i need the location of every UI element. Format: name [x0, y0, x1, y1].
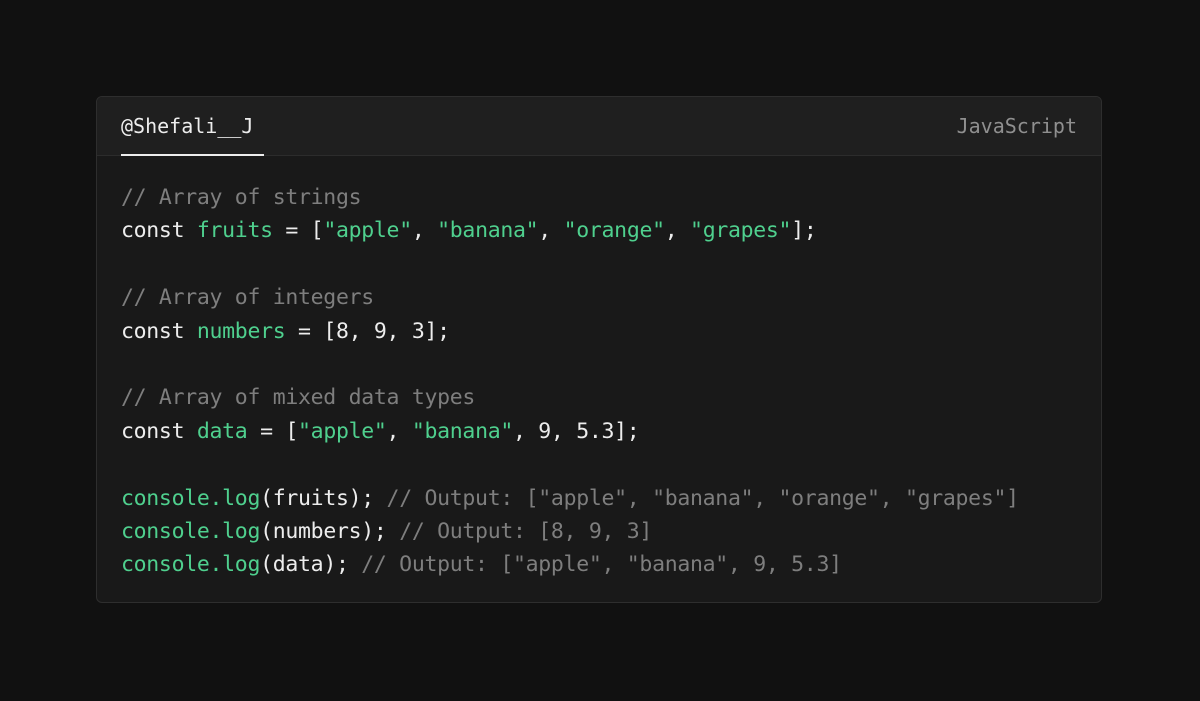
code-text: (numbers);	[260, 518, 400, 544]
code-text: , 9, 5.3];	[513, 418, 640, 444]
code-comment: // Output: ["apple", "banana", "orange",…	[386, 485, 1020, 511]
code-function-call: console.log	[121, 518, 261, 544]
code-identifier: fruits	[196, 218, 273, 244]
code-line: const fruits = ["apple", "banana", "oran…	[121, 214, 1019, 247]
code-string: "apple"	[298, 418, 387, 444]
code-comment: // Output: ["apple", "banana", 9, 5.3]	[361, 552, 842, 578]
code-function-call: console.log	[121, 552, 261, 578]
code-comment: // Array of strings	[121, 185, 362, 210]
code-string: "grapes"	[690, 218, 792, 244]
code-string: "orange"	[563, 218, 665, 244]
code-text: ,	[386, 418, 412, 444]
active-tab-underline	[121, 154, 264, 156]
author-tab[interactable]: @Shefali__J	[121, 97, 253, 156]
code-text: = [	[272, 218, 324, 244]
code-keyword: const	[121, 218, 197, 244]
code-line: console.log(numbers); // Output: [8, 9, …	[121, 515, 1019, 548]
language-label: JavaScript	[956, 114, 1077, 138]
code-comment: // Output: [8, 9, 3]	[399, 518, 653, 544]
code-block: // Array of strings const fruits = ["appl…	[121, 181, 1019, 582]
code-string: "banana"	[411, 418, 513, 444]
code-text: = [8, 9, 3];	[285, 318, 450, 344]
code-text: ];	[791, 218, 817, 244]
code-text: ,	[411, 218, 438, 244]
code-string: "apple"	[323, 218, 412, 244]
code-function-call: console.log	[121, 485, 261, 511]
code-line: const data = ["apple", "banana", 9, 5.3]…	[121, 415, 1019, 448]
code-line: console.log(fruits); // Output: ["apple"…	[121, 482, 1019, 515]
code-keyword: const	[121, 318, 197, 344]
card-header: @Shefali__J JavaScript	[97, 97, 1101, 156]
code-line: console.log(data); // Output: ["apple", …	[121, 548, 1019, 581]
code-line: // Array of integers	[121, 281, 1019, 314]
code-identifier: numbers	[196, 318, 286, 344]
code-text: (fruits);	[260, 485, 387, 511]
code-keyword: const	[121, 418, 197, 444]
code-comment: // Array of mixed data types	[121, 385, 476, 411]
code-line: // Array of strings	[121, 181, 1019, 214]
code-string: "banana"	[437, 218, 539, 244]
code-identifier: data	[196, 418, 248, 444]
code-text: ,	[664, 218, 691, 244]
code-line: const numbers = [8, 9, 3];	[121, 315, 1019, 348]
code-line: // Array of mixed data types	[121, 381, 1019, 414]
code-text: = [	[247, 418, 299, 444]
code-text: ,	[538, 218, 564, 244]
code-snippet-card: @Shefali__J JavaScript // Array of strin…	[96, 96, 1102, 603]
code-text: (data);	[260, 552, 362, 578]
code-comment: // Array of integers	[121, 285, 374, 311]
